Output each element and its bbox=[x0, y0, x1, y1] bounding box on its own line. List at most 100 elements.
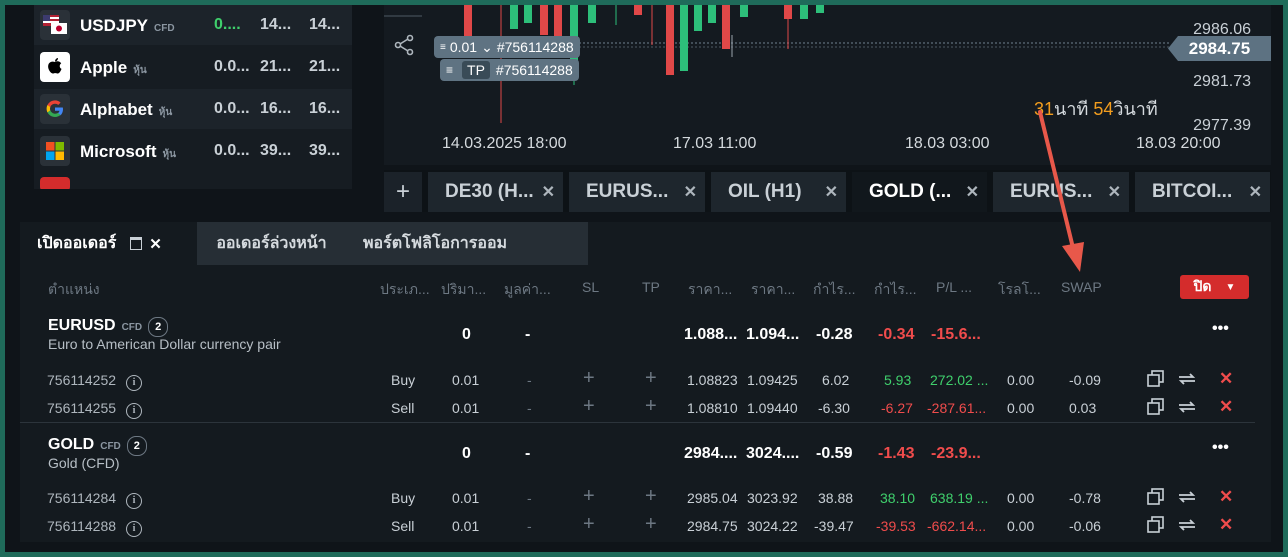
reverse-icon[interactable] bbox=[1177, 516, 1197, 539]
copy-icon[interactable] bbox=[1147, 516, 1165, 539]
chart-tab[interactable]: DE30 (H... ✕ bbox=[428, 172, 563, 212]
order-id[interactable]: 756114252 i bbox=[47, 372, 143, 391]
reverse-icon[interactable] bbox=[1177, 488, 1197, 511]
order-open-price: 1.08810 bbox=[687, 400, 738, 416]
tp-label: TP bbox=[462, 61, 490, 79]
chart-tab[interactable]: BITCOI... ✕ bbox=[1135, 172, 1270, 212]
chart-tab-active[interactable]: GOLD (... ✕ bbox=[852, 172, 987, 212]
add-tp-icon[interactable]: + bbox=[645, 367, 657, 390]
reverse-icon[interactable] bbox=[1177, 398, 1197, 421]
chevron-down-icon[interactable]: ⌄ bbox=[481, 39, 493, 56]
chart-tab[interactable]: EURUS... ✕ bbox=[569, 172, 705, 212]
order-profit-net: -39.53 bbox=[876, 518, 916, 534]
close-icon[interactable]: ✕ bbox=[149, 235, 162, 253]
watchlist-ask[interactable]: 14... bbox=[309, 16, 340, 34]
column-header[interactable]: SL bbox=[582, 279, 599, 295]
column-header[interactable]: โรลโ... bbox=[998, 279, 1041, 301]
drag-handle-icon[interactable]: ≡ bbox=[446, 63, 453, 77]
order-open-price: 2985.04 bbox=[687, 490, 738, 506]
current-price-label: 2984.75 bbox=[1168, 36, 1271, 61]
group-value: - bbox=[525, 445, 531, 462]
column-header[interactable]: TP bbox=[642, 279, 660, 295]
watchlist-bid[interactable]: 16... bbox=[260, 100, 291, 118]
close-order-icon[interactable]: ✕ bbox=[1219, 515, 1233, 535]
watchlist-change: 0.0... bbox=[214, 58, 250, 75]
order-id[interactable]: 756114284 i bbox=[47, 490, 143, 509]
tab-open-orders[interactable]: เปิดออเดอร์ ✕ bbox=[20, 222, 197, 265]
copy-icon[interactable] bbox=[1147, 370, 1165, 393]
candle-timer: 31นาที 54วินาที bbox=[1034, 99, 1158, 119]
order-id[interactable]: 756114255 i bbox=[47, 400, 143, 419]
close-icon[interactable]: ✕ bbox=[966, 182, 979, 202]
close-icon[interactable]: ✕ bbox=[542, 182, 555, 202]
order-rollover: 0.00 bbox=[1007, 518, 1035, 534]
watchlist-row-microsoft[interactable]: Microsoft หุ้น 0.0... 39... 39... bbox=[34, 131, 352, 171]
order-line-tag[interactable]: ≡ 0.01 ⌄ #756114288 bbox=[434, 36, 580, 58]
column-header[interactable]: ปริมา... bbox=[441, 279, 486, 301]
more-icon[interactable]: ••• bbox=[1212, 320, 1229, 338]
close-icon[interactable]: ✕ bbox=[1249, 182, 1262, 202]
drag-handle-icon[interactable]: ≡ bbox=[440, 42, 446, 53]
group-pl: -23.9... bbox=[931, 445, 981, 462]
order-current-price: 1.09425 bbox=[747, 372, 798, 388]
column-header[interactable]: P/L ... bbox=[936, 279, 972, 295]
column-header[interactable]: ประเภ... bbox=[380, 279, 430, 301]
watchlist-row-usdjpy[interactable]: USDJPY CFD 0.... 14... 14... bbox=[34, 5, 352, 45]
watchlist-bid[interactable]: 39... bbox=[260, 142, 291, 160]
column-header[interactable]: กำไร... bbox=[874, 279, 917, 301]
close-order-icon[interactable]: ✕ bbox=[1219, 397, 1233, 417]
info-icon: i bbox=[126, 520, 143, 537]
add-tp-icon[interactable]: + bbox=[645, 395, 657, 418]
add-sl-icon[interactable]: + bbox=[583, 367, 595, 390]
close-all-button[interactable]: ปิด ▼ bbox=[1180, 275, 1249, 299]
order-profit: -39.47 bbox=[814, 518, 854, 534]
more-icon[interactable]: ••• bbox=[1212, 439, 1229, 457]
watchlist-row-alphabet[interactable]: Alphabet หุ้น 0.0... 16... 16... bbox=[34, 89, 352, 129]
watchlist-bid[interactable]: 21... bbox=[260, 58, 291, 76]
watchlist-row-apple[interactable]: Apple หุ้น 0.0... 21... 21... bbox=[34, 47, 352, 87]
add-tp-icon[interactable]: + bbox=[645, 485, 657, 508]
price-chart[interactable]: 2986.06 2984.75 2981.73 2977.39 ≡ 0.01 ⌄… bbox=[384, 5, 1271, 165]
watchlist-bid[interactable]: 14... bbox=[260, 16, 291, 34]
group-profit: -0.59 bbox=[816, 445, 853, 462]
watchlist-change: 0.0... bbox=[214, 142, 250, 159]
tab-savings-portfolio[interactable]: พอร์ตโฟลิโอการออม bbox=[346, 222, 588, 265]
close-icon[interactable]: ✕ bbox=[684, 182, 697, 202]
watchlist: USDJPY CFD 0.... 14... 14... Apple หุ้น 0.… bbox=[34, 5, 352, 189]
chart-tab[interactable]: OIL (H1) ✕ bbox=[711, 172, 846, 212]
watchlist-ask[interactable]: 21... bbox=[309, 58, 340, 76]
add-tp-icon[interactable]: + bbox=[645, 513, 657, 536]
watchlist-ask[interactable]: 16... bbox=[309, 100, 340, 118]
column-header[interactable]: SWAP bbox=[1061, 279, 1102, 295]
column-header[interactable]: มูลค่า... bbox=[504, 279, 551, 301]
order-swap: -0.78 bbox=[1069, 490, 1101, 506]
close-icon[interactable]: ✕ bbox=[825, 182, 838, 202]
order-volume: 0.01 bbox=[452, 400, 480, 416]
order-profit-net: -6.27 bbox=[881, 400, 913, 416]
chart-tab[interactable]: EURUS... ✕ bbox=[993, 172, 1129, 212]
column-header[interactable]: ราคา... bbox=[688, 279, 732, 301]
column-header[interactable]: กำไร... bbox=[813, 279, 856, 301]
order-type: Sell bbox=[391, 400, 415, 416]
column-header[interactable]: ตำแหน่ง bbox=[48, 279, 100, 301]
close-order-icon[interactable]: ✕ bbox=[1219, 487, 1233, 507]
add-sl-icon[interactable]: + bbox=[583, 513, 595, 536]
order-profit-net: 5.93 bbox=[884, 372, 912, 388]
close-order-icon[interactable]: ✕ bbox=[1219, 369, 1233, 389]
watchlist-ask[interactable]: 39... bbox=[309, 142, 340, 160]
add-sl-icon[interactable]: + bbox=[583, 485, 595, 508]
add-tab-button[interactable]: + bbox=[384, 172, 422, 212]
column-header[interactable]: ราคา... bbox=[751, 279, 795, 301]
close-icon[interactable]: ✕ bbox=[1108, 182, 1121, 202]
tp-line-tag[interactable]: ≡ TP #756114288 bbox=[440, 59, 579, 81]
maximize-icon[interactable] bbox=[130, 237, 143, 250]
copy-icon[interactable] bbox=[1147, 488, 1165, 511]
copy-icon[interactable] bbox=[1147, 398, 1165, 421]
partial-logo-icon bbox=[40, 177, 70, 189]
add-sl-icon[interactable]: + bbox=[583, 395, 595, 418]
order-id[interactable]: 756114288 i bbox=[47, 518, 143, 537]
group-title[interactable]: GOLD CFD 2 bbox=[48, 436, 147, 456]
tab-pending-orders[interactable]: ออเดอร์ล่วงหน้า bbox=[197, 222, 346, 265]
reverse-icon[interactable] bbox=[1177, 370, 1197, 393]
group-title[interactable]: EURUSD CFD 2 bbox=[48, 317, 169, 337]
